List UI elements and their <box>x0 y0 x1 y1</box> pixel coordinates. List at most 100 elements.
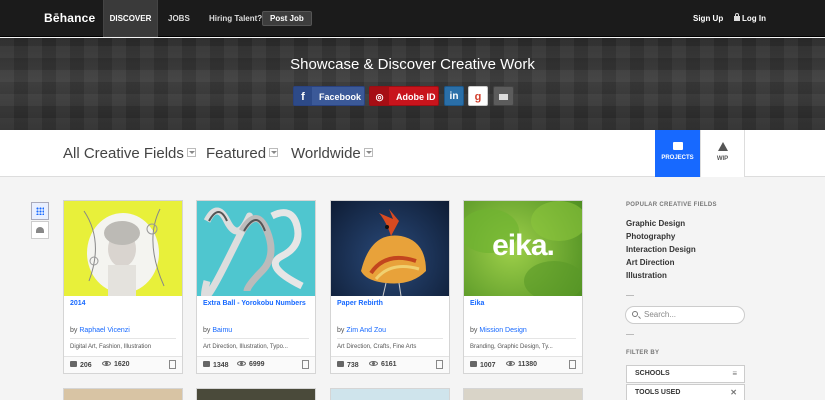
paper-bird-illustration <box>361 209 426 296</box>
appreciations-count: 1348 <box>213 362 229 369</box>
sidebar-link-photography[interactable]: Photography <box>626 232 675 241</box>
owner-link[interactable]: Baimu <box>212 327 232 334</box>
appreciations-stat: 206 <box>70 361 92 369</box>
chevron-down-icon <box>363 147 373 157</box>
eye-icon <box>237 361 246 366</box>
tab-wip[interactable]: WIP <box>700 130 745 177</box>
owner-link[interactable]: Raphael Vicenzi <box>79 327 129 334</box>
project-card[interactable]: eika. Eika by Mission Design Branding, G… <box>463 200 583 374</box>
featured-ribbon-icon <box>436 360 443 369</box>
post-job-button[interactable]: Post Job <box>262 11 312 26</box>
card-stats: 738 6161 <box>331 356 449 373</box>
grid-icon <box>36 207 44 215</box>
card-stats: 1007 11380 <box>464 356 582 373</box>
facebook-login-button[interactable]: f Facebook <box>293 86 365 106</box>
by-label: by <box>337 327 345 334</box>
users-view-toggle[interactable] <box>31 221 49 239</box>
schools-filter-button[interactable]: SCHOOLS ≡ <box>626 365 745 383</box>
lock-icon <box>734 13 740 21</box>
nav-jobs[interactable]: JOBS <box>168 0 190 37</box>
card-stats: 206 1620 <box>64 356 182 373</box>
behance-logo[interactable]: Bēhance <box>44 11 95 25</box>
project-title[interactable]: Eika <box>470 300 484 307</box>
adobe-label: Adobe ID <box>396 92 436 102</box>
featured-ribbon-icon <box>569 360 576 369</box>
owner-link[interactable]: Zim And Zou <box>346 327 386 334</box>
views-stat: 11380 <box>506 361 537 368</box>
project-card-partial[interactable] <box>63 388 183 400</box>
project-fields: Art Direction, Illustration, Typo... <box>203 344 288 350</box>
project-title[interactable]: Paper Rebirth <box>337 300 383 307</box>
card-stats: 1348 6999 <box>197 356 315 373</box>
project-title[interactable]: Extra Ball - Yorokobu Numbers <box>203 300 306 307</box>
adobe-icon: ◎ <box>370 87 389 105</box>
views-count: 6161 <box>381 361 397 368</box>
tools-used-filter-button[interactable]: TOOLS USED ✕ <box>626 384 745 400</box>
by-label: by <box>203 327 211 334</box>
worldwide-label: Worldwide <box>291 145 361 162</box>
filter-by-heading: FILTER BY <box>626 350 660 356</box>
eye-icon <box>369 361 378 366</box>
divider <box>70 338 176 339</box>
linkedin-login-button[interactable]: in <box>444 86 464 106</box>
facebook-icon: f <box>294 87 312 105</box>
project-card[interactable]: Extra Ball - Yorokobu Numbers by Baimu A… <box>196 200 316 374</box>
project-title[interactable]: 2014 <box>70 300 86 307</box>
nav-discover[interactable]: DISCOVER <box>103 0 158 37</box>
views-count: 6999 <box>249 361 265 368</box>
log-in-link[interactable]: Log In <box>734 0 766 37</box>
adobe-id-login-button[interactable]: ◎ Adobe ID <box>369 86 439 106</box>
tab-projects[interactable]: PROJECTS <box>655 130 700 177</box>
project-thumbnail[interactable] <box>64 201 182 296</box>
google-icon: g <box>474 91 482 103</box>
hero-banner: Showcase & Discover Creative Work f Face… <box>0 38 825 130</box>
creative-fields-label: All Creative Fields <box>63 145 184 162</box>
sidebar-search-input[interactable]: Search... <box>625 306 745 324</box>
project-card-partial[interactable] <box>196 388 316 400</box>
location-dropdown[interactable]: Worldwide <box>291 145 373 162</box>
chrome-numbers-illustration <box>201 207 304 296</box>
tools-used-label: TOOLS USED <box>635 389 681 396</box>
appreciations-stat: 738 <box>337 361 359 369</box>
facebook-label: Facebook <box>319 92 362 102</box>
hero-title: Showcase & Discover Creative Work <box>290 56 535 73</box>
grid-view-toggle[interactable] <box>31 202 49 220</box>
tab-wip-label: WIP <box>716 156 729 162</box>
project-thumbnail[interactable] <box>331 201 449 296</box>
project-card[interactable]: 2014 by Raphael Vicenzi Digital Art, Fas… <box>63 200 183 374</box>
appreciations-stat: 1348 <box>203 361 229 369</box>
chevron-down-icon <box>186 147 196 157</box>
sidebar-link-illustration[interactable]: Illustration <box>626 271 667 280</box>
sidebar-link-art-direction[interactable]: Art Direction <box>626 258 674 267</box>
eye-icon <box>506 361 515 366</box>
email-login-button[interactable] <box>493 86 514 106</box>
search-icon <box>632 311 638 317</box>
featured-dropdown[interactable]: Featured <box>206 145 279 162</box>
project-owner: by Zim And Zou <box>337 327 386 334</box>
sidebar-link-interaction-design[interactable]: Interaction Design <box>626 245 696 254</box>
sign-up-link[interactable]: Sign Up <box>693 0 723 37</box>
by-label: by <box>470 327 478 334</box>
google-login-button[interactable]: g <box>468 86 488 106</box>
divider <box>203 338 309 339</box>
top-nav: Bēhance DISCOVER JOBS Hiring Talent? Pos… <box>0 0 825 37</box>
project-thumbnail[interactable] <box>197 201 315 296</box>
by-label: by <box>70 327 78 334</box>
project-thumbnail[interactable]: eika. <box>464 201 582 296</box>
appreciations-count: 1007 <box>480 362 496 369</box>
chevron-down-icon <box>269 147 279 157</box>
sidebar-link-graphic-design[interactable]: Graphic Design <box>626 219 685 228</box>
owner-link[interactable]: Mission Design <box>479 327 526 334</box>
linkedin-icon: in <box>449 91 459 102</box>
appreciations-count: 738 <box>347 362 359 369</box>
wip-icon <box>717 142 728 151</box>
project-card[interactable]: Paper Rebirth by Zim And Zou Art Directi… <box>330 200 450 374</box>
project-fields: Digital Art, Fashion, Illustration <box>70 344 152 350</box>
creative-fields-dropdown[interactable]: All Creative Fields <box>63 145 196 162</box>
hiring-talent-label: Hiring Talent? <box>209 14 263 23</box>
project-card-partial[interactable] <box>463 388 583 400</box>
envelope-icon <box>499 94 508 100</box>
appreciations-count: 206 <box>80 362 92 369</box>
thumbs-up-icon <box>470 361 477 367</box>
project-card-partial[interactable] <box>330 388 450 400</box>
